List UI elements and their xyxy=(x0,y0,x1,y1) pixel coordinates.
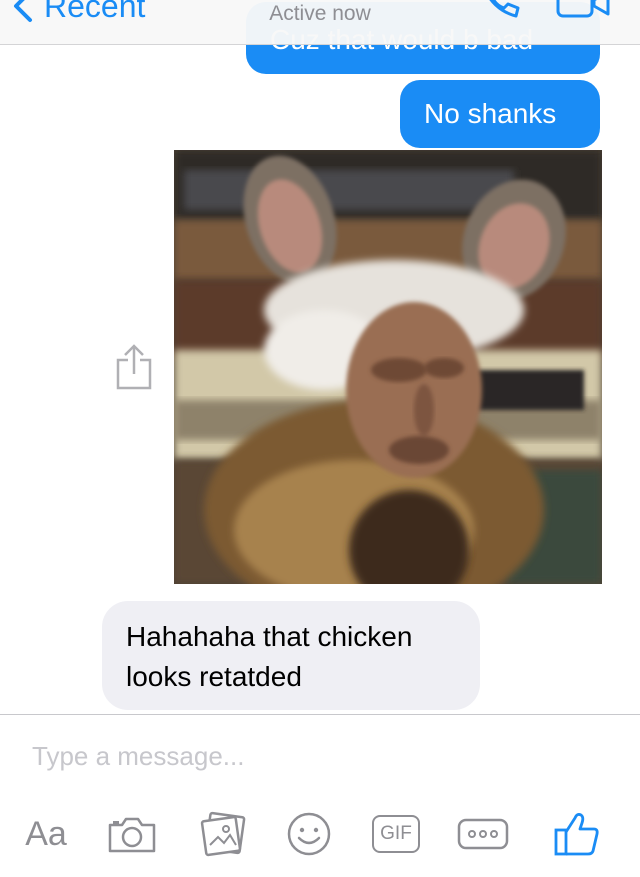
like-button[interactable] xyxy=(550,809,604,859)
video-call-button[interactable] xyxy=(556,0,612,27)
message-text: No shanks xyxy=(424,98,557,129)
gif-button[interactable]: GIF xyxy=(370,809,422,859)
video-camera-icon xyxy=(556,0,610,18)
conversation-header: Recent Active now xyxy=(0,0,640,45)
message-composer: Type a message... Aa GIF xyxy=(0,714,640,877)
message-input[interactable]: Type a message... xyxy=(32,741,244,772)
chicken-costume-photo xyxy=(174,150,602,584)
photo-gallery-icon xyxy=(200,811,246,857)
aa-label: Aa xyxy=(25,814,67,853)
camera-button[interactable] xyxy=(104,809,160,859)
more-dots-icon xyxy=(457,818,509,850)
message-text-line: looks retatded xyxy=(126,661,302,692)
smiley-icon xyxy=(287,812,331,856)
message-text-line: Hahahaha that chicken xyxy=(126,621,413,652)
photo-message[interactable] xyxy=(174,150,602,584)
outgoing-message-bubble[interactable]: No shanks xyxy=(400,80,600,148)
emoji-button[interactable] xyxy=(284,809,334,859)
text-format-button[interactable]: Aa xyxy=(16,809,76,859)
phone-call-button[interactable] xyxy=(478,0,522,27)
camera-icon xyxy=(108,817,156,853)
phone-icon xyxy=(489,0,520,18)
more-options-button[interactable] xyxy=(456,809,510,859)
share-icon[interactable] xyxy=(114,344,154,390)
thumbs-up-icon xyxy=(554,813,599,856)
active-status: Active now xyxy=(269,2,371,25)
incoming-message-bubble[interactable]: Hahahaha that chicken looks retatded xyxy=(102,601,480,710)
gif-label: GIF xyxy=(372,815,420,853)
composer-toolbar: Aa GIF xyxy=(0,809,640,859)
photos-button[interactable] xyxy=(196,809,252,859)
